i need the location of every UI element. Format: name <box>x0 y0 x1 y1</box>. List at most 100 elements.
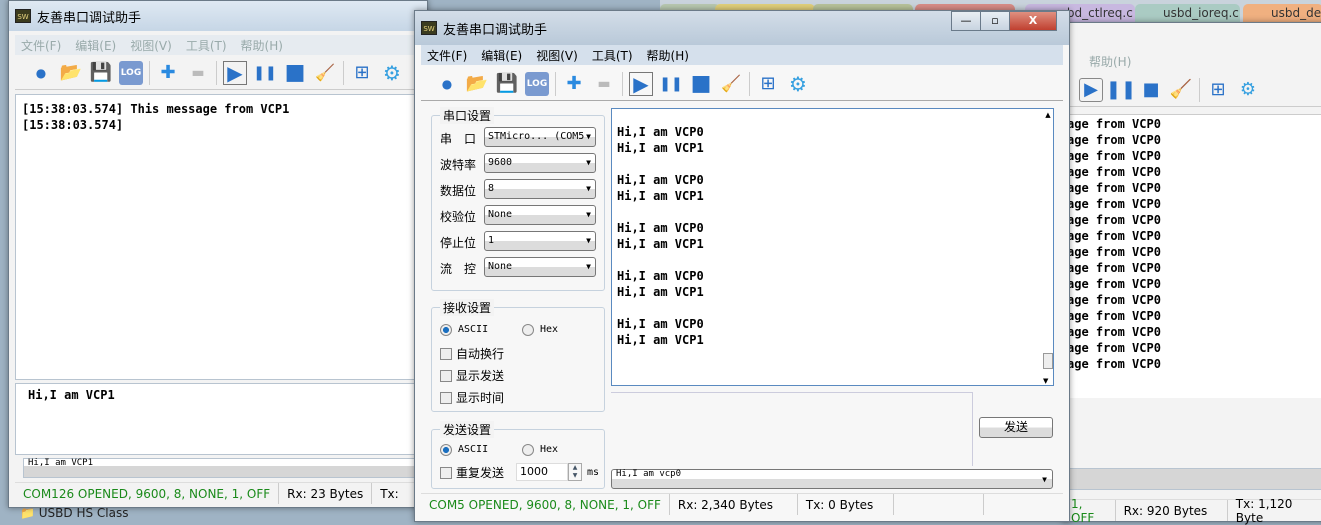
add-window-icon[interactable]: ⊞ <box>756 72 780 96</box>
group-title: 接收设置 <box>440 299 495 316</box>
send-combo[interactable]: Hi,I am vcp0 ▼ <box>611 469 1053 489</box>
group-title: 串口设置 <box>440 107 495 124</box>
middle-window: SW 友善串口调试助手 — ▫ X 文件(F) 编辑(E) 视图(V) 工具(T) 帮助(… <box>414 10 1070 522</box>
port-status: COM5 OPENED, 9600, 8, NONE, 1, OFF <box>421 494 670 515</box>
broom-icon[interactable]: 🧹 <box>1169 78 1193 102</box>
add-window-icon[interactable]: ⊞ <box>1206 78 1230 102</box>
send-hex-radio[interactable]: Hex <box>522 442 558 458</box>
serial-field: 校验位 None <box>440 205 610 225</box>
radio-label: Hex <box>540 324 559 335</box>
broom-icon[interactable]: 🧹 <box>313 61 337 85</box>
editor-tab[interactable]: usbd_def.h <box>1243 4 1321 22</box>
menu-edit[interactable]: 编辑(E) <box>75 37 116 54</box>
broom-icon[interactable]: 🧹 <box>719 72 743 96</box>
close-button[interactable]: X <box>1009 11 1057 31</box>
field-select[interactable]: 8 <box>484 179 596 199</box>
field-label: 数据位 <box>440 184 477 198</box>
field-select[interactable]: 1 <box>484 231 596 251</box>
receive-line: age from VCP0 <box>1067 245 1161 259</box>
field-label: 停止位 <box>440 236 477 250</box>
menu-edit[interactable]: 编辑(E) <box>481 47 522 64</box>
new-icon[interactable]: ● <box>435 72 459 96</box>
field-select[interactable]: None <box>484 257 596 277</box>
separator <box>216 60 217 85</box>
receive-line <box>617 300 1053 316</box>
menu-help[interactable]: 帮助(H) <box>647 47 689 64</box>
remove-icon[interactable]: ▬ <box>186 61 210 85</box>
add-window-icon[interactable]: ⊞ <box>350 61 374 85</box>
interval-input[interactable]: 1000 <box>516 463 568 481</box>
send-ascii-radio[interactable]: ASCII <box>440 442 488 458</box>
stop-icon[interactable]: ■ <box>1139 78 1163 102</box>
tree-item[interactable]: 📁 USBD HS Class <box>20 506 128 520</box>
menu-view[interactable]: 视图(V) <box>536 47 578 64</box>
menu-tools[interactable]: 工具(T) <box>592 47 633 64</box>
pause-icon[interactable]: ❚❚ <box>659 72 683 96</box>
scroll-down-icon[interactable]: ▼ <box>1043 377 1048 385</box>
pause-icon[interactable]: ❚❚ <box>253 61 277 85</box>
save-icon[interactable]: 💾 <box>495 72 519 96</box>
scroll-up-icon[interactable]: ▲ <box>1043 111 1053 119</box>
receive-hex-radio[interactable]: Hex <box>522 322 558 338</box>
auto-wrap-checkbox[interactable]: 自动换行 <box>440 345 504 362</box>
add-icon[interactable]: ✚ <box>156 61 180 85</box>
field-label: 校验位 <box>440 210 477 224</box>
repeat-send-checkbox[interactable]: 重复发送 <box>440 464 504 481</box>
gear-icon[interactable]: ⚙ <box>786 72 810 96</box>
receive-line: age from VCP0 <box>1067 165 1161 179</box>
send-combo[interactable]: Hi,I am VCP1 <box>23 458 427 478</box>
maximize-button[interactable]: ▫ <box>980 11 1010 31</box>
receive-line <box>617 156 1053 172</box>
log-icon[interactable]: LOG <box>119 60 143 85</box>
send-area[interactable]: Hi,I am VCP1 <box>15 383 427 455</box>
menu-help[interactable]: 帮助(H) <box>241 37 283 54</box>
receive-ascii-radio[interactable]: ASCII <box>440 322 488 338</box>
group-title: 发送设置 <box>440 421 495 438</box>
open-folder-icon[interactable]: 📂 <box>465 72 489 96</box>
send-combo[interactable] <box>1063 468 1321 490</box>
receive-area[interactable]: Hi,I am VCP0 Hi,I am VCP1 Hi,I am VCP0 Hi,I… <box>611 108 1054 386</box>
pause-icon[interactable]: ❚❚ <box>1106 78 1136 102</box>
remove-icon[interactable]: ▬ <box>592 72 616 96</box>
menu-help[interactable]: 帮助(H) <box>1089 53 1131 70</box>
checkbox-icon <box>440 391 452 404</box>
send-combo-value: Hi,I am vcp0 <box>616 469 682 479</box>
field-select[interactable]: STMicro... (COM5 <box>484 127 596 147</box>
play-icon[interactable]: ▶ <box>1079 77 1103 102</box>
send-button[interactable]: 发送 <box>979 417 1053 438</box>
play-icon[interactable]: ▶ <box>223 60 247 85</box>
show-time-checkbox[interactable]: 显示时间 <box>440 389 504 406</box>
gear-icon[interactable]: ⚙ <box>380 61 404 85</box>
menu-bar: 帮助(H) <box>1083 51 1321 71</box>
receive-area[interactable]: [15:38:03.574] This message from VCP1 [15… <box>15 94 427 380</box>
chevron-down-icon[interactable]: ▼ <box>1042 476 1047 484</box>
field-select[interactable]: None <box>484 205 596 225</box>
show-send-checkbox[interactable]: 显示发送 <box>440 367 504 384</box>
editor-tab[interactable]: usbd_ioreq.c <box>1135 4 1240 22</box>
add-icon[interactable]: ✚ <box>562 72 586 96</box>
stop-icon[interactable]: ■ <box>283 60 307 85</box>
menu-view[interactable]: 视图(V) <box>130 37 172 54</box>
window-title: 友善串口调试助手 <box>443 22 548 38</box>
menu-file[interactable]: 文件(F) <box>427 47 467 64</box>
send-area[interactable] <box>611 392 973 466</box>
scroll-thumb[interactable] <box>1043 353 1053 369</box>
scrollbar[interactable]: ▲ ▼ <box>1043 111 1053 385</box>
receive-line: Hi,I am VCP0 <box>617 125 704 139</box>
save-icon[interactable]: 💾 <box>89 61 113 85</box>
receive-line: Hi,I am VCP0 <box>617 269 704 283</box>
menu-tools[interactable]: 工具(T) <box>186 37 227 54</box>
serial-settings-group: 串口设置 串 口 STMicro... (COM5 波特率 9600 数据位 8 校验位 No… <box>431 107 605 291</box>
interval-stepper[interactable]: ▲ ▼ <box>568 463 582 481</box>
log-icon[interactable]: LOG <box>525 71 549 96</box>
receive-area[interactable]: age from VCP0 age from VCP0 age from VCP0 a… <box>1063 114 1321 398</box>
field-select[interactable]: 9600 <box>484 153 596 173</box>
open-folder-icon[interactable]: 📂 <box>59 61 83 85</box>
stop-icon[interactable]: ■ <box>689 71 713 96</box>
new-icon[interactable]: ● <box>29 61 53 85</box>
gear-icon[interactable]: ⚙ <box>1236 78 1260 102</box>
menu-file[interactable]: 文件(F) <box>21 37 61 54</box>
play-icon[interactable]: ▶ <box>629 71 653 96</box>
status-bar: COM5 OPENED, 9600, 8, NONE, 1, OFF Rx: 2,… <box>421 493 1063 515</box>
minimize-button[interactable]: — <box>951 11 981 31</box>
